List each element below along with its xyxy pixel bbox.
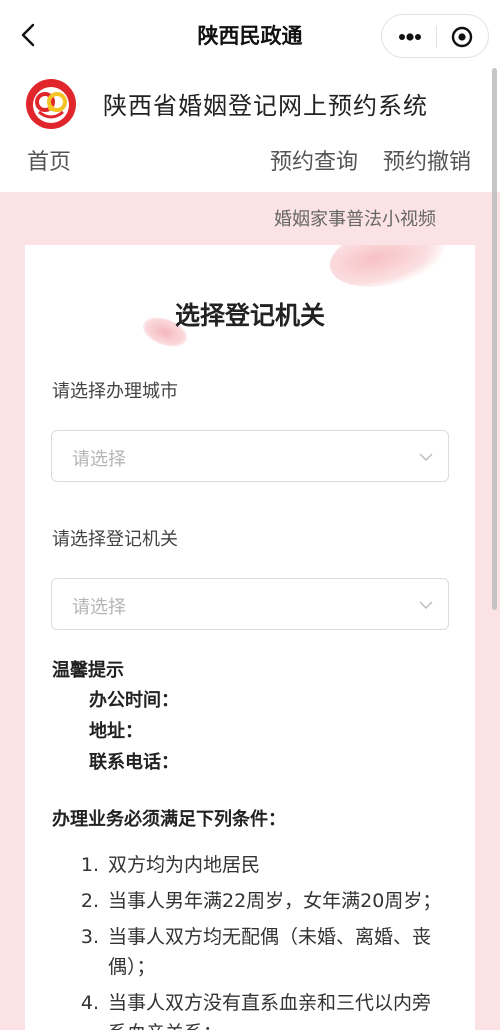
office-label: 请选择登记机关 <box>52 529 178 550</box>
condition-text: 当事人双方均无配偶（未婚、离婚、丧偶）； <box>108 926 432 978</box>
law-video-link[interactable]: 婚姻家事普法小视频 <box>274 205 436 231</box>
close-circle-icon[interactable] <box>446 23 478 51</box>
office-phone: 联系电话： <box>89 752 179 773</box>
chevron-down-icon <box>418 449 434 465</box>
condition-item: 2. 当事人男年满22周岁，女年满20周岁； <box>75 886 445 916</box>
condition-item: 1. 双方均为内地居民 <box>75 850 445 880</box>
tips-title: 温馨提示 <box>52 660 124 681</box>
condition-number: 2. <box>80 890 99 912</box>
chevron-down-icon <box>418 597 434 613</box>
nav-appointment-cancel[interactable]: 预约撤销 <box>383 144 471 176</box>
condition-number: 1. <box>80 854 99 876</box>
condition-item: 4. 当事人双方没有直系血亲和三代以内旁系血亲关系； <box>75 988 445 1030</box>
city-label: 请选择办理城市 <box>52 381 178 402</box>
condition-item: 3. 当事人双方均无配偶（未婚、离婚、丧偶）； <box>75 922 445 982</box>
condition-text: 当事人双方没有直系血亲和三代以内旁系血亲关系； <box>108 992 432 1030</box>
condition-text: 双方均为内地居民 <box>108 854 261 876</box>
office-address: 地址： <box>89 721 143 742</box>
condition-number: 3. <box>80 926 99 948</box>
office-hours: 办公时间： <box>89 690 179 711</box>
more-icon[interactable] <box>394 25 426 49</box>
card-title: 选择登记机关 <box>174 301 325 330</box>
system-header: 陕西省婚姻登记网上预约系统 首页 预约查询 预约撤销 <box>0 68 500 192</box>
logo-emblem <box>25 78 77 130</box>
city-select[interactable]: 请选择 <box>51 430 449 482</box>
nav-home[interactable]: 首页 <box>27 144 71 176</box>
conditions-title: 办理业务必须满足下列条件： <box>52 809 286 830</box>
nav-appointment-query[interactable]: 预约查询 <box>270 144 358 176</box>
city-select-placeholder: 请选择 <box>72 449 126 470</box>
condition-text: 当事人男年满22周岁，女年满20周岁； <box>108 890 442 912</box>
top-nav: 首页 预约查询 预约撤销 <box>0 142 500 182</box>
system-title: 陕西省婚姻登记网上预约系统 <box>103 92 428 120</box>
capsule-menu <box>381 14 489 58</box>
miniprogram-top-bar: 陕西民政通 <box>0 0 500 68</box>
office-select[interactable]: 请选择 <box>51 578 449 630</box>
office-select-placeholder: 请选择 <box>72 597 126 618</box>
scrollbar[interactable] <box>492 68 497 610</box>
decorative-petal <box>324 245 450 297</box>
condition-number: 4. <box>80 992 99 1014</box>
capsule-divider <box>436 26 437 48</box>
select-office-card: 选择登记机关 请选择办理城市 请选择 请选择登记机关 请选择 温馨提示 办公时间… <box>25 245 475 1030</box>
